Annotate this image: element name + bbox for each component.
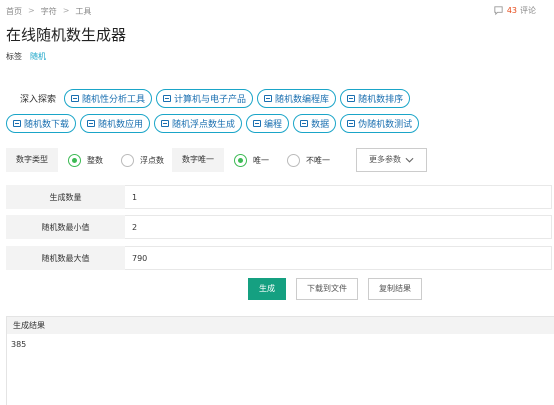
radio-label: 唯一 [253,155,269,165]
number-type-label: 数字类型 [6,148,58,172]
breadcrumb-separator: > [62,6,70,15]
breadcrumb-home[interactable]: 首页 [6,6,22,17]
search-list-icon [71,95,80,102]
pill-label: 随机数排序 [358,95,404,105]
radio-unique[interactable]: 唯一 [234,153,269,167]
search-list-icon [253,120,262,127]
pill-label: 随机浮点数生成 [172,120,236,130]
result-header: 生成结果 [7,317,554,334]
explore-pill[interactable]: 随机数编程库 [257,89,337,108]
search-list-icon [161,120,170,127]
search-list-icon [264,95,273,102]
search-list-icon [347,120,356,127]
explore-section: 深入探索 随机性分析工具 计算机与电子产品 随机数编程库 随机数排序 随机数下载… [6,89,546,139]
tags: 标签 随机 [6,51,46,62]
search-list-icon [163,95,172,102]
explore-pill[interactable]: 编程 [246,114,290,133]
radio-unchecked-icon [121,153,134,167]
explore-pill[interactable]: 伪随机数测试 [340,114,420,133]
search-list-icon [13,120,21,127]
copy-button[interactable]: 复制结果 [368,278,422,300]
options-row: 数字类型 整数 浮点数 数字唯一 唯一 不唯一 更多参数 [6,148,427,172]
radio-float[interactable]: 浮点数 [121,153,164,167]
download-button[interactable]: 下载到文件 [296,278,358,300]
pill-label: 计算机与电子产品 [174,95,247,105]
min-field-row: 随机数最小值 2 [6,215,552,239]
tag-item[interactable]: 随机 [30,51,46,62]
min-input[interactable]: 2 [125,215,552,239]
comments-count: 43 [506,6,517,15]
breadcrumb-section[interactable]: 工具 [75,6,91,17]
pill-label: 随机数下载 [24,120,70,130]
min-label: 随机数最小值 [6,215,125,239]
breadcrumb-category[interactable]: 字符 [41,6,57,17]
explore-pill[interactable]: 随机数下载 [6,114,77,133]
radio-label: 整数 [87,155,103,165]
explore-label: 深入探索 [20,95,57,105]
comments-link[interactable]: 43 评论 [493,5,536,16]
radio-unchecked-icon [287,153,300,167]
max-label: 随机数最大值 [6,246,125,270]
radio-label: 浮点数 [140,155,164,165]
search-list-icon [300,120,309,127]
comment-icon [494,6,503,16]
radio-checked-icon [68,153,81,167]
explore-pill[interactable]: 随机性分析工具 [64,89,153,108]
search-list-icon [87,120,96,127]
count-input[interactable]: 1 [125,185,552,209]
tags-label: 标签 [6,52,22,61]
max-field-row: 随机数最大值 790 [6,246,552,270]
count-label: 生成数量 [6,185,125,209]
more-params-button[interactable]: 更多参数 [356,148,427,172]
pill-label: 随机数应用 [98,120,144,130]
unique-label: 数字唯一 [172,148,224,172]
explore-row: 随机数下载 随机数应用 随机浮点数生成 编程 数据 伪随机数测试 [6,114,546,133]
explore-pill[interactable]: 随机数应用 [80,114,151,133]
explore-pill[interactable]: 数据 [293,114,337,133]
explore-row: 深入探索 随机性分析工具 计算机与电子产品 随机数编程库 随机数排序 [6,89,546,108]
pill-label: 伪随机数测试 [358,120,413,130]
radio-label: 不唯一 [306,155,330,165]
breadcrumb-separator: > [28,6,35,15]
radio-not-unique[interactable]: 不唯一 [287,153,330,167]
more-params-label: 更多参数 [369,155,401,164]
pill-label: 随机性分析工具 [82,95,146,105]
search-list-icon [347,95,356,102]
explore-pill[interactable]: 计算机与电子产品 [156,89,254,108]
page-title: 在线随机数生成器 [6,26,127,44]
max-input[interactable]: 790 [125,246,552,270]
pill-label: 数据 [311,120,330,130]
explore-pill[interactable]: 随机浮点数生成 [154,114,243,133]
generate-button[interactable]: 生成 [248,278,286,300]
count-field-row: 生成数量 1 [6,185,552,209]
result-output[interactable]: 385 [7,334,554,349]
actions: 生成 下载到文件 复制结果 [248,278,422,300]
breadcrumb: 首页 > 字符 > 工具 [6,6,91,17]
explore-pill[interactable]: 随机数排序 [340,89,411,108]
comments-label: 评论 [520,6,536,15]
radio-checked-icon [234,153,247,167]
pill-label: 随机数编程库 [275,95,330,105]
result-panel: 生成结果 385 [6,316,554,405]
pill-label: 编程 [264,120,283,130]
radio-integer[interactable]: 整数 [68,153,103,167]
chevron-down-icon [405,157,414,163]
